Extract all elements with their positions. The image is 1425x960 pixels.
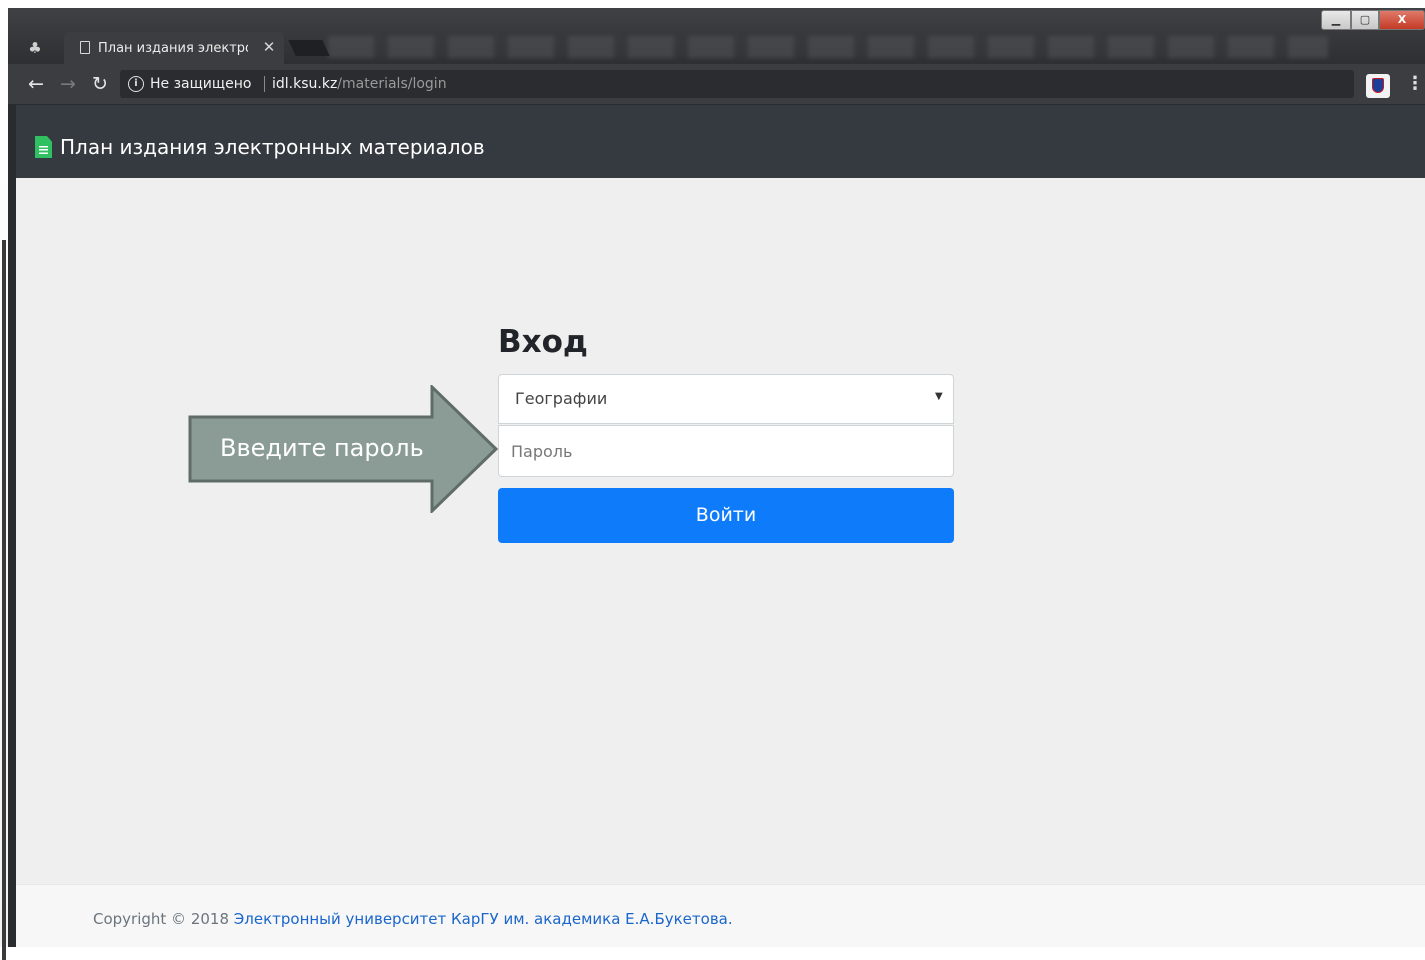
browser-toolbar: ← → ↻ i Не защищено idl.ksu.kz/materials…: [8, 64, 1425, 104]
caret-down-icon: ▼: [935, 391, 943, 402]
faculty-select-value: Географии: [515, 389, 608, 408]
kebab-menu-icon[interactable]: ⋮: [1406, 72, 1424, 96]
url-separator: [264, 76, 265, 92]
forward-arrow-icon[interactable]: →: [56, 72, 80, 96]
web-page: План издания электронных материалов Вход…: [16, 105, 1425, 947]
tab-title: План издания электрон: [98, 41, 248, 56]
incognito-icon: ♣: [28, 39, 42, 57]
minimize-button[interactable]: ▁: [1321, 10, 1351, 30]
window-edge: [0, 0, 8, 960]
url-text[interactable]: idl.ksu.kz/materials/login: [272, 74, 447, 94]
site-title[interactable]: План издания электронных материалов: [60, 131, 485, 163]
shield-extension-icon[interactable]: [1366, 74, 1390, 98]
new-tab-button[interactable]: [288, 40, 330, 56]
back-arrow-icon[interactable]: ←: [24, 72, 48, 96]
footer-text: Copyright © 2018 Электронный университет…: [93, 909, 733, 929]
maximize-button[interactable]: ▢: [1351, 10, 1379, 30]
login-button[interactable]: Войти: [498, 488, 954, 543]
document-icon: [35, 136, 52, 158]
password-input[interactable]: [498, 425, 954, 477]
footer-copyright: Copyright © 2018: [93, 910, 234, 928]
window-controls: ▁ ▢ X: [1321, 10, 1425, 32]
faculty-select[interactable]: Географии ▼: [498, 374, 954, 424]
address-bar[interactable]: i Не защищено idl.ksu.kz/materials/login: [120, 70, 1354, 98]
footer-university-link[interactable]: Электронный университет КарГУ им. академ…: [234, 910, 733, 928]
browser-window: ♣ План издания электрон ✕ ▁ ▢ X ← → ↻ i …: [8, 8, 1425, 947]
url-host: idl.ksu.kz: [272, 76, 338, 92]
security-label[interactable]: Не защищено: [150, 74, 251, 94]
reload-icon[interactable]: ↻: [88, 72, 112, 96]
site-footer: Copyright © 2018 Электронный университет…: [16, 884, 1425, 947]
info-icon[interactable]: i: [128, 76, 144, 92]
login-heading: Вход: [498, 324, 588, 360]
tab-close-icon[interactable]: ✕: [260, 38, 278, 56]
site-header: План издания электронных материалов: [16, 105, 1425, 178]
close-window-button[interactable]: X: [1379, 10, 1425, 30]
annotation-label: Введите пароль: [220, 434, 424, 462]
blurred-bookmarks: [328, 36, 1328, 58]
url-path: /materials/login: [337, 76, 447, 92]
browser-tab[interactable]: План издания электрон ✕: [64, 32, 284, 64]
page-document-icon: [80, 41, 90, 54]
tab-strip: ♣ План издания электрон ✕ ▁ ▢ X: [8, 8, 1425, 64]
